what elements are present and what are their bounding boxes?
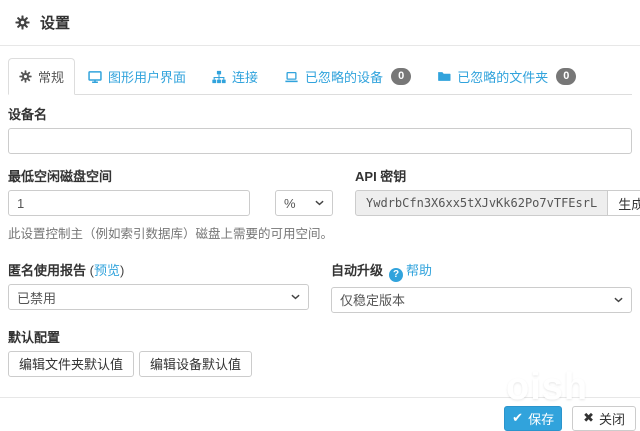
edit-device-defaults-button[interactable]: 编辑设备默认值 — [139, 351, 252, 377]
api-key-label: API 密钥 — [355, 166, 640, 185]
usage-report-select[interactable]: 已禁用 — [8, 284, 309, 310]
gear-icon — [15, 15, 30, 30]
auto-upgrade-label: 自动升级?帮助 — [331, 260, 632, 282]
min-free-disk-field: 最低空闲磁盘空间 % 此设置控制主（例如索引数据库）磁盘上需要的可用空间。 — [8, 166, 333, 242]
folder-icon — [437, 70, 451, 83]
usage-report-field: 匿名使用报告 (预览) 已禁用 — [8, 260, 309, 313]
close-button-label: 关闭 — [599, 409, 625, 428]
dialog-footer: ✔ 保存 ✖ 关闭 — [0, 397, 640, 431]
generate-api-key-button[interactable]: 生成 — [607, 190, 640, 216]
tab-label: 连接 — [232, 67, 258, 86]
usage-report-preview-link[interactable]: 预览 — [94, 263, 120, 278]
device-name-input[interactable] — [8, 128, 632, 154]
min-free-disk-help: 此设置控制主（例如索引数据库）磁盘上需要的可用空间。 — [8, 223, 333, 242]
save-button-label: 保存 — [528, 409, 554, 428]
page-title-text: 设置 — [40, 12, 70, 33]
sitemap-icon — [212, 70, 226, 84]
ignored-devices-count-badge: 0 — [391, 68, 411, 85]
tab-label: 已忽略的设备 — [305, 67, 383, 86]
device-name-label: 设备名 — [8, 104, 632, 123]
usage-report-selected: 已禁用 — [17, 288, 56, 307]
close-button[interactable]: ✖ 关闭 — [572, 406, 636, 431]
usage-report-label: 匿名使用报告 (预览) — [8, 260, 309, 279]
min-free-disk-input[interactable] — [8, 190, 250, 216]
api-key-field: API 密钥 YwdrbCfn3X6xx5tXJvKk62Po7vTFEsrL … — [355, 166, 640, 242]
chevron-down-icon — [291, 294, 300, 300]
auto-upgrade-help-link[interactable]: 帮助 — [406, 263, 432, 278]
dialog-header: 设置 — [0, 0, 640, 46]
auto-upgrade-field: 自动升级?帮助 仅稳定版本 — [331, 260, 632, 313]
page-title: 设置 — [15, 12, 70, 33]
tab-label: 已忽略的文件夹 — [457, 67, 548, 86]
api-key-value: YwdrbCfn3X6xx5tXJvKk62Po7vTFEsrL — [355, 190, 608, 216]
min-free-disk-unit-select[interactable]: % — [275, 190, 333, 216]
ignored-folders-count-badge: 0 — [556, 68, 576, 85]
check-icon: ✔ — [512, 410, 523, 426]
chevron-down-icon — [614, 297, 623, 303]
close-x-icon: ✖ — [583, 410, 594, 426]
tab-ignored-folders[interactable]: 已忽略的文件夹 0 — [424, 58, 589, 95]
tab-gui[interactable]: 图形用户界面 — [75, 58, 199, 95]
auto-upgrade-selected: 仅稳定版本 — [340, 290, 405, 309]
chevron-down-icon — [315, 200, 324, 206]
tab-label: 图形用户界面 — [108, 67, 186, 86]
question-circle-icon: ? — [389, 268, 403, 282]
laptop-icon — [284, 70, 299, 84]
display-icon — [88, 70, 102, 84]
min-free-disk-label: 最低空闲磁盘空间 — [8, 166, 333, 185]
auto-upgrade-select[interactable]: 仅稳定版本 — [331, 287, 632, 313]
save-button[interactable]: ✔ 保存 — [504, 406, 562, 431]
defaults-section: 默认配置 编辑文件夹默认值 编辑设备默认值 — [8, 327, 632, 377]
selected-unit: % — [284, 196, 296, 211]
tab-label: 常规 — [38, 67, 64, 86]
gear-icon — [19, 70, 32, 83]
edit-folder-defaults-button[interactable]: 编辑文件夹默认值 — [8, 351, 134, 377]
defaults-label: 默认配置 — [8, 327, 632, 346]
tab-connections[interactable]: 连接 — [199, 58, 271, 95]
tab-ignored-devices[interactable]: 已忽略的设备 0 — [271, 58, 424, 95]
general-tab-panel: 设备名 最低空闲磁盘空间 % 此设置控制主（例如索引数据库）磁盘上需要的可用空间… — [0, 95, 640, 377]
tab-general[interactable]: 常规 — [8, 58, 75, 95]
settings-tabs: 常规 图形用户界面 连接 — [8, 58, 632, 95]
